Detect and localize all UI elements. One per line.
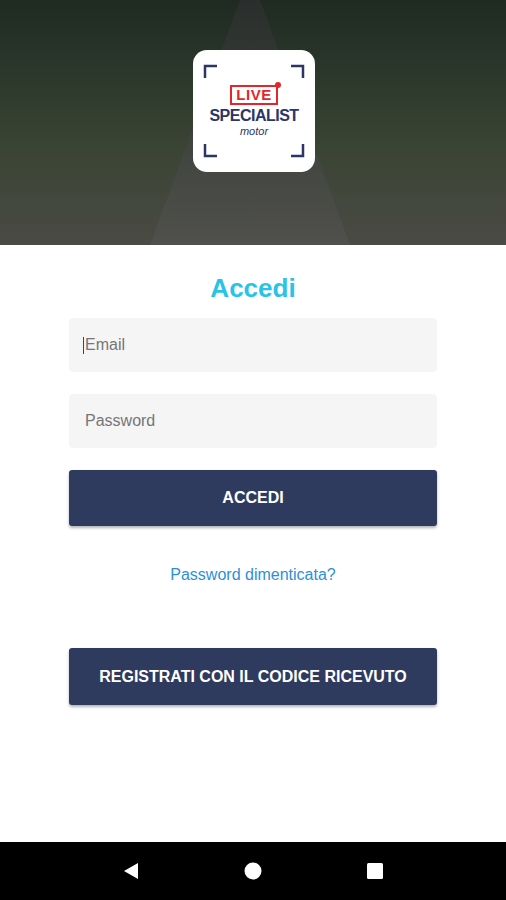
logo-subtitle: motor [237,125,271,138]
live-dot [275,82,281,88]
login-form: Accedi ACCEDI Password dimenticata? REGISTR… [0,245,506,842]
recents-icon[interactable] [365,861,385,881]
app-logo: LIVESPECIALISTmotor [193,50,315,172]
frame-icon [203,64,305,158]
password-input[interactable] [69,396,437,446]
register-button[interactable]: REGISTRATI CON IL CODICE RICEVUTO [69,648,437,705]
login-heading: Accedi [210,272,295,304]
header-photo: LIVESPECIALISTmotor [0,0,506,245]
text-caret [83,337,84,354]
back-icon[interactable] [121,861,141,881]
logo-title: SPECIALIST [208,106,299,125]
forgot-password-link[interactable]: Password dimenticata? [170,565,335,585]
password-field[interactable] [69,394,437,448]
email-input[interactable] [69,320,437,370]
login-button[interactable]: ACCEDI [69,470,437,526]
home-icon[interactable] [243,861,263,881]
navigation-bar [0,842,506,900]
email-field[interactable] [69,318,437,372]
logo-live: LIVE [230,85,277,105]
